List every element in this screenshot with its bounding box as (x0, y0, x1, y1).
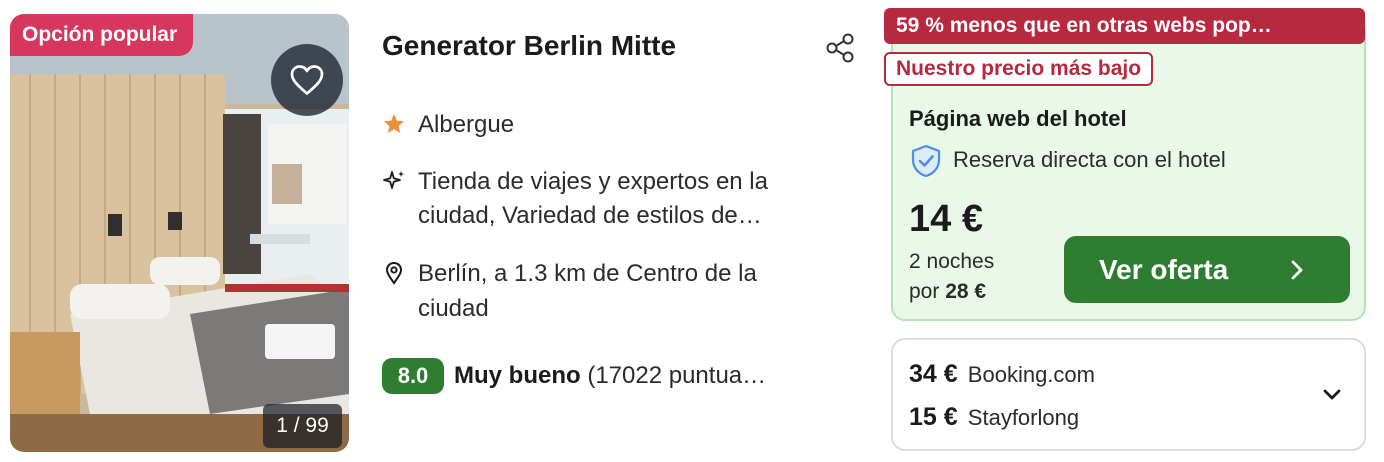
direct-booking-label: Reserva directa con el hotel (953, 147, 1226, 172)
offer-price: 14 € (909, 198, 983, 240)
location-line-2: ciudad (418, 295, 489, 322)
rating-label: Muy bueno (454, 362, 581, 389)
rating-count: (17022 puntua… (587, 362, 767, 389)
photo-counter: 1 / 99 (263, 404, 342, 448)
sparkle-icon (383, 171, 404, 189)
hotel-photo[interactable]: Opción popular 1 / 99 (10, 14, 349, 452)
accommodation-type-label: Albergue (418, 111, 515, 138)
savings-badge: 59 % menos que en otras webs pop… (884, 8, 1365, 44)
nights-label: 2 noches (909, 250, 995, 273)
other-offer-provider: Booking.com (967, 362, 1095, 387)
total-prefix: por (909, 280, 940, 303)
heart-icon (290, 65, 324, 95)
rating-summary[interactable]: Muy bueno (17022 puntua… (454, 359, 766, 393)
hotel-name[interactable]: Generator Berlin Mitte (382, 30, 676, 62)
other-offers-panel[interactable] (891, 338, 1366, 451)
favorite-button[interactable] (271, 44, 343, 116)
chevron-right-icon (1291, 260, 1303, 280)
rating-score-badge: 8.0 (382, 358, 444, 394)
location-line-1: Berlín, a 1.3 km de Centro de la (418, 260, 757, 287)
stay-details: 2 noches por 28 € (909, 247, 994, 307)
lowest-price-badge: Nuestro precio más bajo (884, 52, 1154, 86)
pin-icon (385, 261, 403, 285)
shield-check-icon (911, 144, 941, 178)
offer-provider: Página web del hotel (909, 106, 1127, 131)
star-icon (384, 114, 404, 133)
share-icon[interactable] (823, 31, 857, 65)
popular-badge: Opción popular (10, 14, 194, 56)
other-offer-stayforlong[interactable]: 15 € Stayforlong (909, 402, 1079, 433)
other-offer-provider: Stayforlong (967, 405, 1080, 430)
chevron-down-icon[interactable] (1320, 383, 1344, 407)
view-deal-button[interactable]: Ver oferta (1064, 236, 1350, 303)
total-price: por 28 € (909, 277, 994, 307)
other-offer-booking[interactable]: 34 € Booking.com (909, 359, 1095, 390)
other-offer-price: 34 € (909, 360, 958, 388)
features-line-1: Tienda de viajes y expertos en la (418, 168, 768, 195)
view-deal-label: Ver oferta (1099, 254, 1229, 285)
total-amount: 28 € (945, 280, 987, 303)
other-offer-price: 15 € (909, 403, 958, 431)
features-line-2: ciudad, Variedad de estilos de… (418, 202, 762, 229)
